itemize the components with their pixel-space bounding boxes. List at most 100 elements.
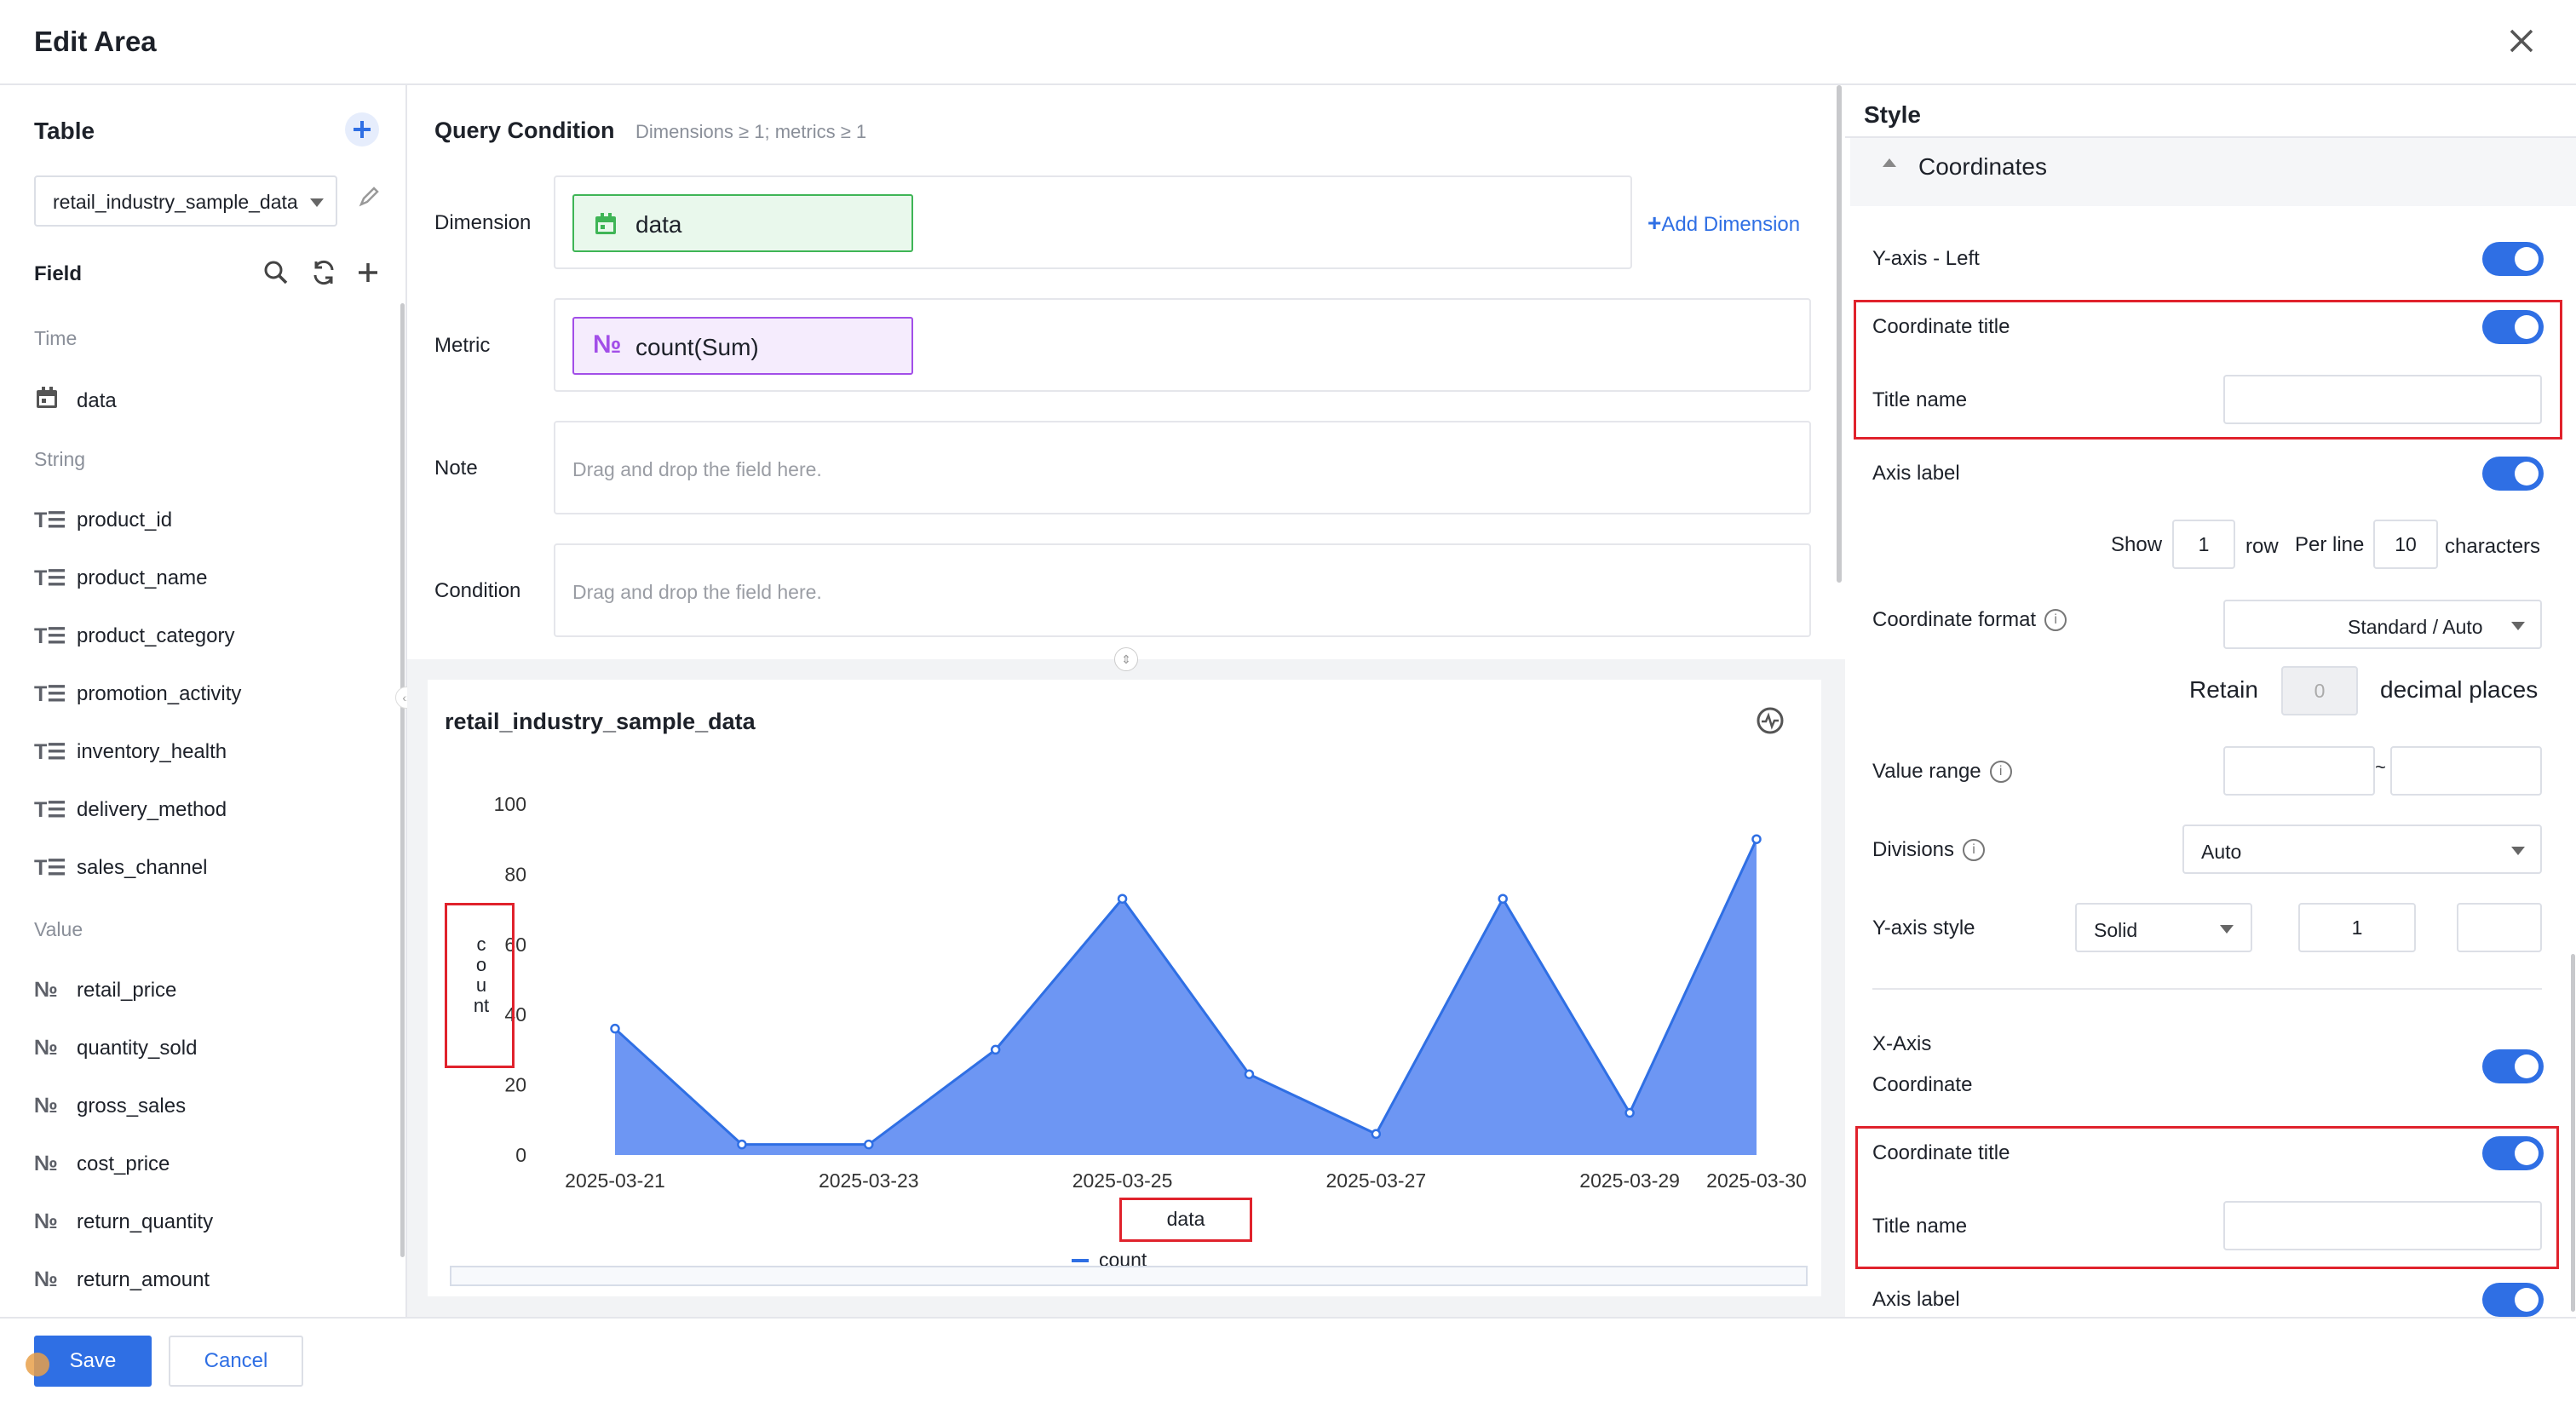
field-label: product_id bbox=[77, 509, 173, 531]
axis-label-toggle[interactable] bbox=[2482, 457, 2544, 491]
dimension-label: Dimension bbox=[434, 211, 532, 234]
condition-label: Condition bbox=[434, 579, 521, 602]
line-width-input[interactable]: 1 bbox=[2298, 903, 2416, 952]
decimals-input[interactable]: 0 bbox=[2281, 666, 2358, 715]
query-area: Query Condition Dimensions ≥ 1; metrics … bbox=[407, 85, 1845, 659]
mid-scrollbar[interactable] bbox=[1837, 85, 1842, 583]
metric-chip-label: count(Sum) bbox=[635, 334, 759, 360]
text-type-icon: T☰ bbox=[34, 509, 66, 532]
field-item[interactable]: data bbox=[34, 385, 117, 417]
field-label: cost_price bbox=[77, 1152, 170, 1175]
yaxis-left-toggle[interactable] bbox=[2482, 242, 2544, 276]
add-table-button[interactable] bbox=[345, 112, 379, 147]
coord-format-value: Standard / Auto bbox=[2348, 616, 2483, 638]
field-label: promotion_activity bbox=[77, 682, 242, 705]
field-item[interactable]: T☰ product_id bbox=[34, 508, 172, 533]
title-name-input[interactable] bbox=[2223, 375, 2542, 424]
number-type-icon: № bbox=[34, 978, 58, 1002]
field-item[interactable]: T☰ inventory_health bbox=[34, 739, 227, 765]
save-button[interactable]: Save bbox=[34, 1336, 152, 1387]
text-type-icon: T☰ bbox=[34, 798, 66, 822]
dimension-chip[interactable]: data bbox=[572, 194, 913, 252]
condition-dropzone[interactable]: Drag and drop the field here. bbox=[554, 543, 1811, 637]
per-line-input[interactable]: 10 bbox=[2373, 520, 2438, 569]
range-min-input[interactable] bbox=[2223, 746, 2375, 796]
number-type-icon: № bbox=[34, 1210, 58, 1233]
text-type-icon: T☰ bbox=[34, 740, 66, 764]
coord-format-select[interactable]: Standard / Auto bbox=[2223, 600, 2542, 649]
section-header-coordinates[interactable]: Coordinates bbox=[1850, 138, 2576, 206]
text-type-icon: T☰ bbox=[34, 856, 66, 880]
dialog-header: Edit Area bbox=[0, 0, 2576, 85]
field-item[interactable]: № quantity_sold bbox=[34, 1036, 197, 1060]
data-point bbox=[1244, 1069, 1255, 1079]
retain-label: Retain bbox=[2189, 676, 2258, 703]
number-type-icon: № bbox=[34, 1036, 58, 1060]
line-color-picker[interactable] bbox=[2457, 903, 2542, 952]
info-icon[interactable]: i bbox=[1963, 839, 1986, 861]
field-item[interactable]: T☰ promotion_activity bbox=[34, 681, 241, 707]
cancel-button[interactable]: Cancel bbox=[169, 1336, 303, 1387]
chart-card: retail_industry_sample_data 0 20 40 60 80 100… bbox=[428, 680, 1821, 1296]
line-style-select[interactable]: Solid bbox=[2075, 903, 2252, 952]
add-dimension-button[interactable]: +Add Dimension bbox=[1647, 210, 1800, 237]
axis-label-label-x: Axis label bbox=[1872, 1288, 1960, 1311]
left-panel: Table retail_industry_sample_data Field … bbox=[0, 85, 417, 1317]
field-item[interactable]: T☰ product_name bbox=[34, 566, 207, 591]
title-name-label: Title name bbox=[1872, 388, 1968, 411]
edit-pencil-icon[interactable] bbox=[356, 182, 383, 210]
y-tick-label: 100 bbox=[494, 793, 526, 815]
y-tick-label: 20 bbox=[504, 1074, 526, 1096]
table-title: Table bbox=[34, 118, 95, 144]
close-icon[interactable] bbox=[2504, 24, 2539, 58]
data-point bbox=[610, 1023, 620, 1034]
coord-title-toggle-x[interactable] bbox=[2482, 1136, 2544, 1170]
title-name-input-x[interactable] bbox=[2223, 1201, 2542, 1250]
field-item[interactable]: № return_quantity bbox=[34, 1210, 213, 1234]
left-scrollbar[interactable] bbox=[400, 303, 405, 1257]
divisions-select[interactable]: Auto bbox=[2182, 825, 2542, 874]
calendar-icon bbox=[593, 211, 618, 237]
save-label: Save bbox=[69, 1349, 117, 1372]
axis-label-toggle-x[interactable] bbox=[2482, 1283, 2544, 1317]
chevron-down-icon bbox=[2220, 925, 2234, 934]
field-item[interactable]: T☰ product_category bbox=[34, 623, 234, 649]
table-select[interactable]: retail_industry_sample_data bbox=[34, 175, 337, 227]
show-rows-input[interactable]: 1 bbox=[2172, 520, 2235, 569]
field-item[interactable]: № return_amount bbox=[34, 1267, 210, 1292]
coord-format-text: Coordinate format bbox=[1872, 608, 2037, 631]
search-icon[interactable] bbox=[261, 257, 291, 288]
field-label: sales_channel bbox=[77, 856, 208, 879]
right-scrollbar[interactable] bbox=[2571, 954, 2575, 1312]
field-item[interactable]: T☰ sales_channel bbox=[34, 855, 207, 881]
per-line-value: 10 bbox=[2395, 533, 2417, 555]
field-item[interactable]: T☰ delivery_method bbox=[34, 797, 227, 823]
status-dot bbox=[26, 1353, 49, 1376]
x-tick-label: 2025-03-25 bbox=[1072, 1169, 1173, 1192]
refresh-icon[interactable] bbox=[308, 257, 339, 288]
add-field-icon[interactable] bbox=[353, 257, 383, 288]
info-icon[interactable]: i bbox=[2044, 609, 2067, 631]
data-point bbox=[864, 1139, 874, 1150]
note-placeholder: Drag and drop the field here. bbox=[572, 458, 822, 480]
range-max-input[interactable] bbox=[2390, 746, 2542, 796]
line-style-value: Solid bbox=[2094, 919, 2138, 941]
field-item[interactable]: № cost_price bbox=[34, 1152, 170, 1176]
chart-zoom-slider[interactable] bbox=[450, 1266, 1808, 1286]
note-dropzone[interactable]: Drag and drop the field here. bbox=[554, 421, 1811, 514]
field-label: product_name bbox=[77, 566, 208, 589]
x-axis-title-text: data bbox=[1166, 1208, 1205, 1230]
coord-title-toggle[interactable] bbox=[2482, 310, 2544, 344]
chevron-down-icon bbox=[310, 198, 324, 207]
cancel-label: Cancel bbox=[204, 1349, 268, 1372]
metric-chip[interactable]: № count(Sum) bbox=[572, 317, 913, 375]
section-title: Coordinates bbox=[1918, 153, 2047, 180]
field-label: inventory_health bbox=[77, 740, 227, 763]
text-type-icon: T☰ bbox=[34, 566, 66, 590]
x-tick-label: 2025-03-23 bbox=[819, 1169, 919, 1192]
field-item[interactable]: № retail_price bbox=[34, 978, 176, 1003]
resize-handle[interactable]: ⇕ bbox=[1114, 647, 1138, 671]
xaxis-toggle[interactable] bbox=[2482, 1049, 2544, 1083]
field-item[interactable]: № gross_sales bbox=[34, 1094, 186, 1118]
info-icon[interactable]: i bbox=[1989, 761, 2012, 783]
